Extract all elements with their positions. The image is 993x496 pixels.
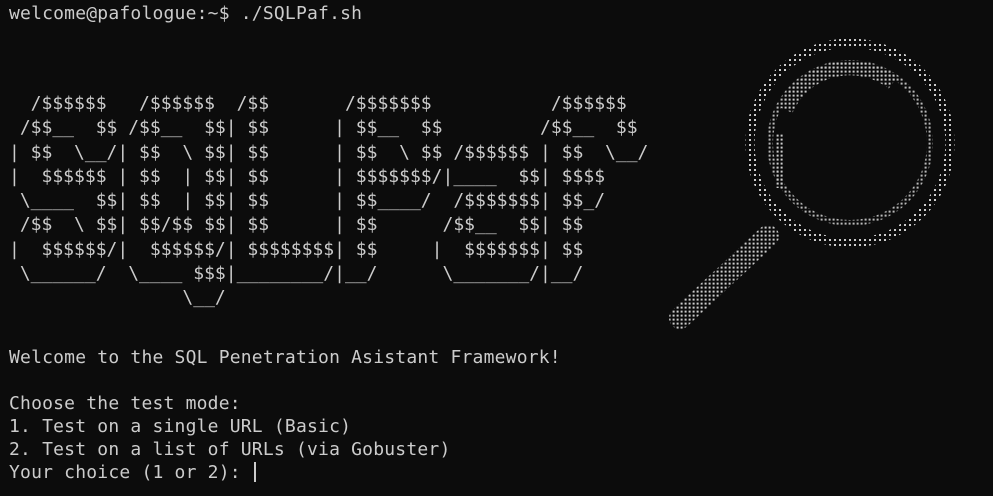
sqlpaf-ascii-banner: /$$$$$$ /$$$$$$ /$$ /$$$$$$$ /$$$$$$ /$$… — [9, 92, 648, 311]
option-single-url: 1. Test on a single URL (Basic) — [9, 416, 352, 437]
banner-line: \__/ — [9, 287, 226, 309]
banner-line: /$$ \ $$| $$/$$ $$| $$ | $$ /$$__ $$| $$ — [9, 214, 584, 236]
option-list-urls: 2. Test on a list of URLs (via Gobuster) — [9, 439, 451, 460]
command-prompt-line: welcome@pafologue:~$ ./SQLPaf.sh — [9, 3, 363, 24]
terminal-window[interactable]: welcome@pafologue:~$ ./SQLPaf.sh /$$$$$$… — [0, 0, 993, 496]
choice-input-prompt: Your choice (1 or 2): — [9, 462, 252, 483]
banner-line: | $$ \__/| $$ \ $$| $$ | $$ \ $$ /$$$$$$… — [9, 141, 649, 163]
text-cursor — [253, 462, 256, 482]
banner-line: /$$$$$$ /$$$$$$ /$$ /$$$$$$$ /$$$$$$ — [9, 93, 627, 114]
magnifying-glass-ascii-art-icon — [669, 38, 955, 329]
banner-line: /$$__ $$ /$$__ $$| $$ | $$__ $$ /$$__ $$ — [9, 117, 638, 139]
choice-input-line[interactable]: Your choice (1 or 2): — [9, 461, 256, 484]
welcome-message: Welcome to the SQL Penetration Asistant … — [9, 347, 561, 368]
choose-mode-heading: Choose the test mode: — [9, 393, 241, 414]
banner-line: \______/ \____ $$$|________/|__/ \______… — [9, 263, 584, 285]
banner-line: \____ $$| $$ | $$| $$ | $$____/ /$$$$$$$… — [9, 190, 606, 212]
banner-line: | $$$$$$ | $$ | $$| $$ | $$$$$$$/|____ $… — [9, 165, 606, 187]
banner-line: | $$$$$$/| $$$$$$/| $$$$$$$$| $$ | $$$$$… — [9, 238, 584, 260]
